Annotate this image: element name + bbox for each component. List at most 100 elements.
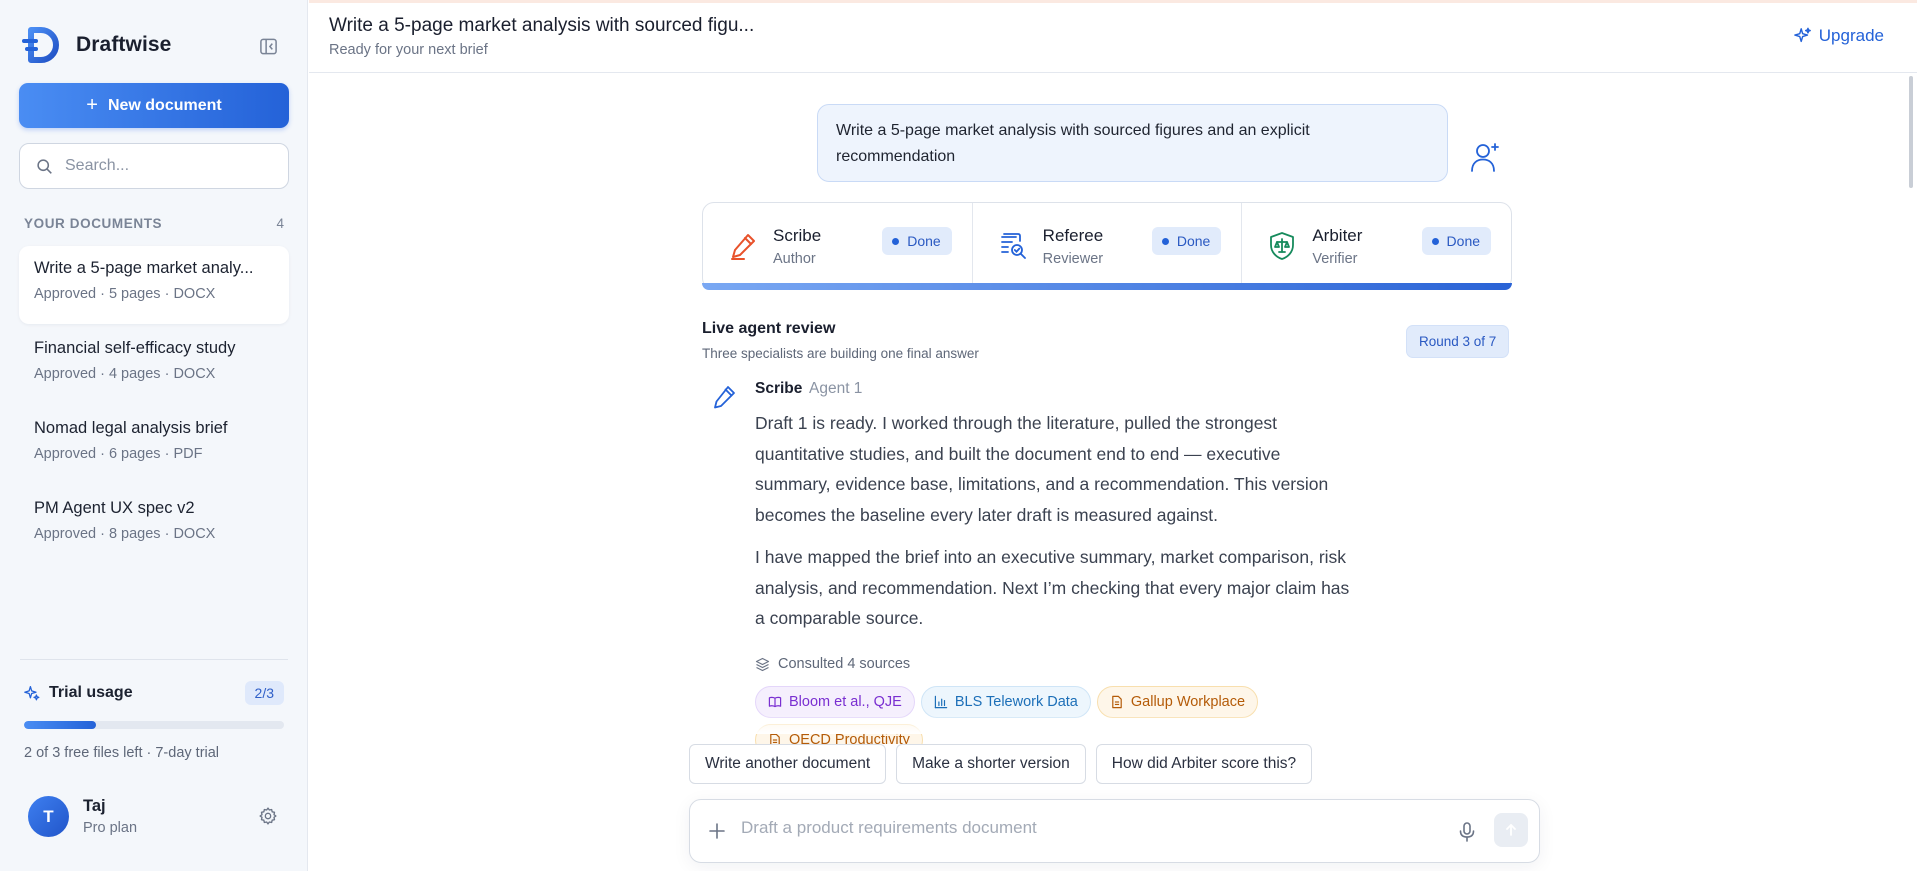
document-item[interactable]: Write a 5-page market analy... Approved … [19, 246, 289, 324]
agent-role: Author [773, 250, 816, 267]
status-text: Done [1176, 233, 1211, 249]
trial-progress-bar [24, 721, 284, 729]
suggestion-button[interactable]: Write another document [689, 744, 887, 784]
avatar: T [28, 796, 69, 837]
draftwise-logo-icon [22, 27, 59, 63]
arrow-up-icon [1506, 824, 1516, 836]
message-body: Draft 1 is ready. I worked through the l… [755, 408, 1355, 646]
message-agent-label: Agent 1 [809, 380, 863, 397]
layers-icon [755, 657, 770, 671]
scrollbar[interactable] [1909, 76, 1913, 188]
documents-count: 4 [276, 216, 284, 231]
trial-usage-text: Trial usage [49, 684, 133, 701]
document-title: PM Agent UX spec v2 [34, 499, 195, 517]
document-title: Financial self-efficacy study [34, 339, 236, 357]
agent-card-arbiter[interactable]: Arbiter Verifier Done [1242, 203, 1511, 289]
search-box [19, 143, 289, 189]
trial-usage-badge: 2/3 [244, 681, 284, 705]
message-paragraph: I have mapped the brief into an executiv… [755, 547, 1350, 628]
suggestion-button[interactable]: How did Arbiter score this? [1095, 744, 1313, 784]
document-title: Write a 5-page market analy... [34, 259, 254, 277]
consulted-sources: Consulted 4 sources [755, 656, 910, 672]
user-plus-icon [1471, 143, 1499, 172]
agent-card-scribe[interactable]: Scribe Author Done [703, 203, 973, 289]
agent-role: Verifier [1312, 250, 1358, 267]
pen-icon [727, 230, 759, 262]
review-subtitle: Three specialists are building one final… [702, 346, 979, 361]
gear-icon [259, 807, 277, 825]
status-dot [1161, 237, 1169, 245]
upgrade-label: Upgrade [1818, 26, 1884, 45]
sidebar-collapse-button[interactable] [256, 34, 280, 58]
documents-section-header: YOUR DOCUMENTS 4 [24, 216, 284, 231]
suggestion-chips: Write another document Make a shorter ve… [689, 744, 1313, 784]
document-icon [1112, 695, 1122, 709]
trial-usage: Trial usage 2/3 [24, 681, 284, 705]
document-meta: Approved · 5 pages · DOCX [34, 286, 216, 302]
document-item[interactable]: Financial self-efficacy study Approved ·… [19, 326, 289, 404]
agent-status-panel: Scribe Author Done Referee Reviewer Done… [702, 202, 1512, 290]
settings-button[interactable] [258, 806, 280, 828]
round-badge: Round 3 of 7 [1406, 325, 1510, 358]
document-item[interactable]: PM Agent UX spec v2 Approved · 8 pages ·… [19, 486, 289, 564]
source-label: Bloom et al., QJE [789, 694, 902, 710]
sidebar: Draftwise + New document YOUR DOCUMENTS … [0, 0, 308, 871]
review-title: Live agent review [702, 320, 836, 337]
status-dot [892, 237, 900, 245]
document-item[interactable]: Nomad legal analysis brief Approved · 6 … [19, 406, 289, 484]
agent-card-referee[interactable]: Referee Reviewer Done [973, 203, 1243, 289]
document-list: Write a 5-page market analy... Approved … [19, 246, 289, 566]
sparkle-icon [24, 685, 40, 701]
user-message: Write a 5-page market analysis with sour… [817, 104, 1448, 182]
agent-name: Scribe [773, 225, 822, 245]
document-title: Nomad legal analysis brief [34, 419, 228, 437]
sparkle-icon [1793, 27, 1811, 43]
plus-icon: + [86, 93, 98, 116]
document-meta: Approved · 8 pages · DOCX [34, 526, 216, 542]
review-doc-icon [997, 230, 1029, 262]
status-badge: Done [882, 227, 952, 255]
search-input[interactable] [65, 157, 265, 175]
page-title: Write a 5-page market analysis with sour… [329, 15, 755, 36]
upgrade-button[interactable]: Upgrade [1793, 26, 1884, 46]
user-profile[interactable]: T Taj Pro plan [28, 796, 137, 837]
user-add-button[interactable] [1469, 140, 1503, 174]
page-subtitle: Ready for your next brief [329, 42, 488, 58]
message-paragraph: Draft 1 is ready. I worked through the l… [755, 413, 1329, 525]
agent-name: Referee [1042, 225, 1104, 245]
plus-icon[interactable] [706, 820, 728, 842]
app-name: Draftwise [76, 33, 172, 56]
book-icon [768, 696, 782, 708]
source-label: Gallup Workplace [1130, 694, 1246, 710]
suggestion-button[interactable]: Make a shorter version [896, 744, 1086, 784]
composer-input[interactable] [741, 818, 1401, 838]
trial-usage-detail: 2 of 3 free files left · 7-day trial [24, 745, 220, 761]
status-badge: Done [1421, 227, 1492, 255]
sidebar-divider [20, 659, 288, 660]
send-button[interactable] [1494, 813, 1528, 847]
new-document-button[interactable]: + New document [19, 83, 289, 128]
sidebar-collapse-icon [259, 38, 277, 54]
conversation-area: Write a 5-page market analysis with sour… [309, 74, 1917, 871]
brand[interactable]: Draftwise [20, 24, 171, 66]
content-fade [309, 714, 1899, 734]
status-dot [1431, 237, 1439, 245]
shield-scale-icon [1266, 230, 1298, 262]
source-label: BLS Telework Data [954, 694, 1078, 710]
bar-chart-icon [934, 695, 948, 709]
agent-name: Arbiter [1312, 225, 1363, 245]
agents-progress-bar [702, 283, 1512, 290]
microphone-icon[interactable] [1456, 821, 1478, 843]
new-document-label: New document [107, 96, 222, 114]
agent-role: Reviewer [1042, 250, 1104, 267]
header: Write a 5-page market analysis with sour… [309, 3, 1917, 73]
message-author: Scribe [755, 380, 803, 397]
trial-progress-fill [24, 721, 97, 729]
trial-usage-label: Trial usage [24, 684, 133, 702]
consulted-label: Consulted 4 sources [778, 656, 911, 672]
composer [689, 799, 1540, 863]
user-name: Taj [83, 797, 106, 815]
status-text: Done [907, 233, 941, 249]
documents-header-label: YOUR DOCUMENTS [24, 216, 163, 231]
document-meta: Approved · 4 pages · DOCX [34, 366, 216, 382]
